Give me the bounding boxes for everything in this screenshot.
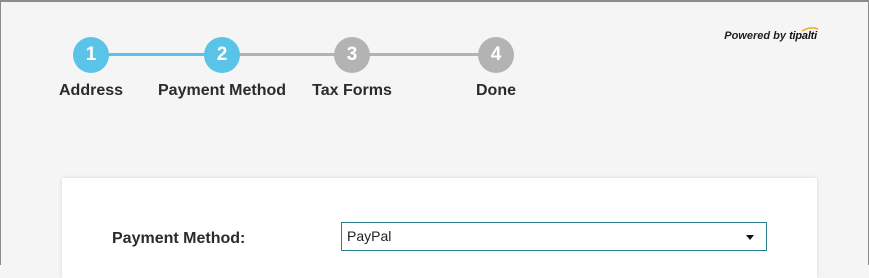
payment-method-select[interactable]: PayPal	[341, 222, 767, 251]
logo-swoosh-icon	[801, 27, 819, 32]
step-3-circle: 3	[334, 37, 370, 73]
payment-method-label: Payment Method:	[112, 230, 246, 247]
step-connector-3-4	[352, 53, 496, 56]
step-1-label: Address	[58, 82, 124, 99]
step-3-label: Tax Forms	[312, 82, 392, 99]
step-1-circle[interactable]: 1	[73, 37, 109, 73]
powered-by-text: Powered by	[724, 30, 786, 42]
chevron-down-icon	[746, 235, 754, 240]
progress-stepper: 1 2 3 4 Address Payment Method Tax Forms…	[0, 0, 600, 110]
tipalti-logo: tipalti	[789, 27, 819, 42]
step-4-label: Done	[476, 82, 516, 99]
payment-form-card: Payment Method: PayPal	[62, 178, 817, 278]
step-2-label: Payment Method	[157, 82, 287, 99]
step-connector-1-2	[91, 53, 222, 56]
powered-by-badge: Powered by tipalti	[724, 27, 819, 42]
step-connector-2-3	[222, 53, 352, 56]
payment-method-value: PayPal	[347, 228, 392, 244]
step-4-circle: 4	[478, 37, 514, 73]
step-2-circle[interactable]: 2	[204, 37, 240, 73]
